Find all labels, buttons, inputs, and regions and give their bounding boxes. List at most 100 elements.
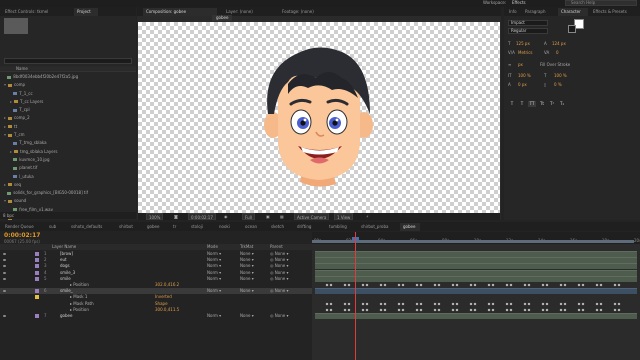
- keyframe-marker[interactable]: [559, 302, 563, 306]
- keyframe-marker[interactable]: [365, 302, 369, 306]
- keyframe-marker[interactable]: [523, 283, 527, 287]
- project-item[interactable]: kuvmce_10.jpg: [0, 156, 136, 164]
- keyframe-marker[interactable]: [329, 308, 333, 312]
- superscript-button[interactable]: T¹: [548, 101, 556, 107]
- timeline-tab[interactable]: shirbot: [116, 223, 136, 231]
- keyframe-marker[interactable]: [581, 302, 585, 306]
- visibility-eye-icon[interactable]: [3, 253, 6, 255]
- twirl-icon[interactable]: [10, 140, 11, 145]
- subscript-button[interactable]: T₁: [558, 101, 566, 107]
- keyframe-marker[interactable]: [541, 302, 545, 306]
- keyframe-marker[interactable]: [383, 302, 387, 306]
- keyframe-marker[interactable]: [433, 283, 437, 287]
- keyframe-marker[interactable]: [545, 308, 549, 312]
- keyframe-marker[interactable]: [401, 302, 405, 306]
- trkmat-header[interactable]: TrkMat: [240, 244, 253, 250]
- stroke-color-swatch[interactable]: [568, 25, 576, 33]
- keyframe-marker[interactable]: [617, 308, 621, 312]
- keyframe-marker[interactable]: [397, 302, 401, 306]
- transparency-grid-icon[interactable]: ▦: [278, 213, 286, 220]
- keyframe-marker[interactable]: [343, 308, 347, 312]
- visibility-eye-icon[interactable]: [3, 259, 6, 262]
- timeline-tab[interactable]: Render Queue: [2, 223, 38, 231]
- keyframe-marker[interactable]: [347, 302, 351, 306]
- keyframe-marker[interactable]: [347, 308, 351, 312]
- timeline-tab[interactable]: tr: [170, 223, 180, 231]
- keyframe-marker[interactable]: [487, 302, 491, 306]
- keyframe-marker[interactable]: [563, 308, 567, 312]
- keyframe-marker[interactable]: [577, 308, 581, 312]
- keyframe-marker[interactable]: [505, 302, 509, 306]
- project-item[interactable]: planet.tif: [0, 164, 136, 172]
- visibility-eye-icon[interactable]: [3, 290, 6, 293]
- visibility-eye-icon[interactable]: [3, 277, 6, 280]
- twirl-icon[interactable]: ▸: [10, 149, 12, 154]
- small-caps-button[interactable]: Tt: [538, 101, 546, 107]
- parent-header[interactable]: Parent: [270, 244, 283, 250]
- visibility-eye-icon[interactable]: [3, 315, 6, 317]
- timeline-tab[interactable]: gobee: [400, 223, 420, 231]
- camera-icon[interactable]: ◉: [222, 213, 230, 220]
- keyframe-marker[interactable]: [599, 283, 603, 287]
- keyframe-marker[interactable]: [361, 302, 365, 306]
- tab-effect-controls[interactable]: Effect Controls: tkmel: [2, 8, 72, 16]
- twirl-icon[interactable]: ▸: [4, 124, 6, 129]
- keyframe-marker[interactable]: [343, 283, 347, 287]
- project-item[interactable]: l_utuka: [0, 173, 136, 181]
- keyframe-marker[interactable]: [599, 302, 603, 306]
- keyframe-marker[interactable]: [325, 302, 329, 306]
- keyframe-marker[interactable]: [545, 302, 549, 306]
- keyframe-marker[interactable]: [419, 308, 423, 312]
- keyframe-marker[interactable]: [541, 283, 545, 287]
- twirl-icon[interactable]: ▾: [4, 198, 6, 203]
- keyframe-marker[interactable]: [379, 302, 383, 306]
- work-area-bar[interactable]: [312, 240, 634, 243]
- keyframe-marker[interactable]: [329, 302, 333, 306]
- project-item[interactable]: ▸ seq: [0, 181, 136, 189]
- keyframe-marker[interactable]: [383, 308, 387, 312]
- keyframe-marker[interactable]: [581, 283, 585, 287]
- views-dropdown[interactable]: 1 View: [334, 213, 354, 220]
- keyframe-marker[interactable]: [527, 308, 531, 312]
- project-item[interactable]: ▾ comp: [0, 81, 136, 89]
- project-item[interactable]: T_cpl: [0, 106, 136, 114]
- keyframe-marker[interactable]: [383, 283, 387, 287]
- keyframe-marker[interactable]: [509, 302, 513, 306]
- baseline-value[interactable]: 0 px: [518, 82, 527, 87]
- faux-italic-button[interactable]: T: [518, 101, 526, 107]
- layer-duration-bar[interactable]: [315, 257, 637, 264]
- keyframe-marker[interactable]: [365, 308, 369, 312]
- layer-duration-bar[interactable]: [315, 288, 637, 295]
- twirl-icon[interactable]: [10, 91, 11, 96]
- keyframe-marker[interactable]: [397, 283, 401, 287]
- layer-row[interactable]: 7 gobee Norm ▾ None ▾ ◎ None ▾: [0, 313, 312, 319]
- keyframe-marker[interactable]: [451, 302, 455, 306]
- timeline-tab[interactable]: shirbot_proba: [358, 223, 392, 231]
- keyframe-marker[interactable]: [433, 302, 437, 306]
- timeline-tab[interactable]: sub: [46, 223, 60, 231]
- keyframe-marker[interactable]: [509, 308, 513, 312]
- faux-bold-button[interactable]: T: [508, 101, 516, 107]
- keyframe-marker[interactable]: [419, 283, 423, 287]
- layer-duration-bar[interactable]: [315, 251, 637, 257]
- keyframe-marker[interactable]: [419, 302, 423, 306]
- resolution-dropdown[interactable]: Full: [242, 213, 255, 220]
- keyframe-marker[interactable]: [455, 308, 459, 312]
- project-item[interactable]: ▾ T_cm: [0, 131, 136, 139]
- layer-duration-bar[interactable]: [315, 269, 637, 276]
- vertical-scale-value[interactable]: 100 %: [518, 73, 531, 78]
- fast-preview-icon[interactable]: ⚡: [364, 213, 371, 220]
- twirl-icon[interactable]: ▾: [4, 82, 6, 87]
- project-item[interactable]: ▸ comp_2: [0, 114, 136, 122]
- keyframe-marker[interactable]: [523, 302, 527, 306]
- keyframe-marker[interactable]: [361, 308, 365, 312]
- timeline-tab[interactable]: ocean: [242, 223, 260, 231]
- keyframe-marker[interactable]: [343, 302, 347, 306]
- keyframe-marker[interactable]: [437, 283, 441, 287]
- tab-composition[interactable]: Composition: gobee: [143, 8, 217, 16]
- keyframe-marker[interactable]: [617, 302, 621, 306]
- keyframe-marker[interactable]: [491, 283, 495, 287]
- keyframe-marker[interactable]: [613, 283, 617, 287]
- keyframe-marker[interactable]: [577, 283, 581, 287]
- keyframe-marker[interactable]: [505, 283, 509, 287]
